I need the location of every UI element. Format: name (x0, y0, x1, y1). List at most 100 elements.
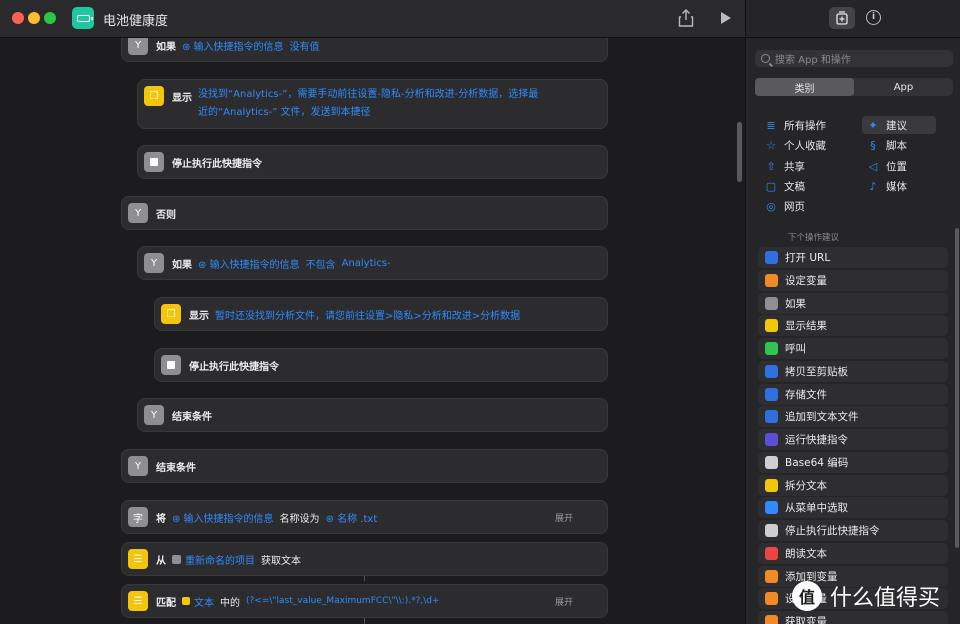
suggestion-item[interactable]: 运行快捷指令 (758, 429, 948, 450)
category-scripting[interactable]: § 脚本 (862, 136, 911, 154)
action-icon (765, 342, 778, 355)
regex-pattern[interactable]: (?<=\"last_value_MaximumFCC\"\\:).*?,\d+ (246, 596, 440, 606)
close-window-button[interactable] (12, 12, 24, 24)
action-keyword: 否则 (156, 209, 176, 221)
action-icon (765, 592, 778, 606)
message-text[interactable]: 近的“Analytics-” 文件，发送到本捷径 (198, 104, 538, 122)
action-icon (765, 410, 778, 424)
suggestion-item[interactable]: 设定变量 (758, 269, 948, 291)
document-icon: ▢ (765, 179, 777, 193)
play-icon[interactable] (719, 10, 733, 26)
minimize-window-button[interactable] (28, 12, 40, 24)
if-action[interactable]: Y 如果 ⊛ 输入快捷指令的信息 没有值 (121, 38, 608, 62)
suggestion-label: 从菜单中选取 (785, 502, 848, 515)
document-icon: ☰ (128, 591, 148, 611)
action-keyword: 显示 (189, 310, 209, 322)
search-input[interactable]: 搜索 App 和操作 (755, 50, 953, 67)
category-label: 个人收藏 (784, 139, 826, 152)
category-all-actions[interactable]: ≣ 所有操作 (760, 116, 830, 134)
suggestion-item[interactable]: 从菜单中选取 (758, 497, 948, 519)
message-text[interactable]: 暂时还没找到分析文件，请您前往设置>隐私>分析和改进>分析数据 (215, 307, 520, 322)
end-if-action[interactable]: Y 结束条件 (121, 449, 608, 483)
list-icon: ≣ (766, 118, 776, 132)
suggestion-label: 拷贝至剪贴板 (785, 365, 848, 378)
category-sharing[interactable]: ⇧ 共享 (760, 157, 809, 175)
suggestion-item[interactable]: 追加到文本文件 (758, 406, 948, 428)
message-icon: ❐ (161, 304, 181, 324)
match-text-action[interactable]: ☰ 匹配 文本 中的 (?<=\"last_value_MaximumFCC\"… (121, 584, 608, 618)
suggestion-item[interactable]: 朗读文本 (758, 542, 948, 564)
variable-token[interactable]: ⊛ 输入快捷指令的信息 (172, 510, 274, 525)
category-suggestions[interactable]: ✦ 建议 (862, 116, 936, 134)
suggestion-item[interactable]: 显示结果 (758, 315, 948, 337)
variable-token[interactable]: ⊛ 输入快捷指令的信息 (198, 256, 300, 271)
suggestion-label: 朗读文本 (785, 547, 827, 560)
action-icon (765, 251, 778, 264)
shortcuts-window: 电池健康度 Y 如果 ⊛ 输入快捷指令的信息 没有值 ❐ 显示 没找到“Anal… (0, 0, 960, 624)
category-location[interactable]: ◁ 位置 (862, 157, 911, 175)
watermark-badge: 值 (792, 581, 822, 611)
stop-icon (161, 355, 181, 375)
suggestion-item[interactable]: Base64 编码 (758, 451, 948, 473)
value-token[interactable]: Analytics- (342, 258, 391, 269)
category-media[interactable]: ♪ 媒体 (862, 177, 911, 195)
variable-token[interactable]: 重新命名的项目 (185, 552, 255, 567)
suggestion-label: 停止执行此快捷指令 (785, 525, 880, 537)
if-action[interactable]: Y 如果 ⊛ 输入快捷指令的信息 不包含 Analytics- (137, 246, 608, 280)
action-keyword: 结束条件 (156, 462, 196, 474)
zoom-window-button[interactable] (44, 12, 56, 24)
category-label: 所有操作 (784, 119, 826, 132)
suggestion-item[interactable]: 拆分文本 (758, 474, 948, 496)
tab-categories[interactable]: 类别 (755, 78, 854, 96)
message-text[interactable]: 没找到“Analytics-”，需要手动前往设置-隐私-分析和改进-分析数据，选… (198, 86, 538, 104)
search-placeholder: 搜索 App 和操作 (775, 55, 851, 66)
expand-button[interactable]: 展开 (555, 595, 573, 608)
suggestion-item[interactable]: 打开 URL (758, 247, 948, 268)
branch-icon: Y (144, 405, 164, 425)
window-title: 电池健康度 (103, 14, 169, 29)
category-web[interactable]: ◎ 网页 (760, 197, 809, 215)
tab-apps[interactable]: App (854, 78, 953, 96)
action-label: 名称设为 (279, 513, 320, 525)
otherwise-action[interactable]: Y 否则 (121, 196, 608, 230)
get-text-action[interactable]: ☰ 从 重新命名的项目 获取文本 (121, 542, 608, 576)
suggestion-label: 打开 URL (785, 252, 831, 264)
category-favorites[interactable]: ☆ 个人收藏 (760, 136, 830, 154)
suggestion-item[interactable]: 停止执行此快捷指令 (758, 520, 948, 541)
suggestion-item[interactable]: 如果 (758, 292, 948, 314)
action-keyword: 将 (156, 513, 166, 525)
branch-icon: Y (144, 253, 164, 273)
sidebar-scrollbar[interactable] (955, 228, 959, 548)
category-documents[interactable]: ▢ 文稿 (760, 177, 809, 195)
condition-token[interactable]: 不包含 (306, 256, 336, 271)
show-alert-action[interactable]: ❐ 显示 暂时还没找到分析文件，请您前往设置>隐私>分析和改进>分析数据 (154, 297, 608, 331)
action-keyword: 停止执行此快捷指令 (189, 361, 279, 373)
library-add-icon (836, 11, 848, 25)
expand-button[interactable]: 展开 (555, 511, 573, 524)
category-label: 脚本 (886, 139, 907, 152)
action-label: 获取文本 (261, 555, 301, 567)
action-icon (765, 501, 778, 515)
branch-icon: Y (128, 203, 148, 223)
action-library-button[interactable] (829, 7, 855, 29)
suggestion-item[interactable]: 存储文件 (758, 383, 948, 405)
name-token[interactable]: ⊛ 名称 .txt (326, 510, 378, 525)
share-icon[interactable] (678, 9, 694, 27)
variable-token[interactable]: 文本 (194, 594, 214, 609)
stop-shortcut-action[interactable]: 停止执行此快捷指令 (137, 145, 608, 179)
action-label: 中的 (220, 597, 240, 609)
end-if-action[interactable]: Y 结束条件 (137, 398, 608, 432)
category-label: 媒体 (886, 180, 907, 193)
editor-scrollbar[interactable] (737, 122, 742, 182)
suggestion-label: 追加到文本文件 (785, 411, 859, 424)
suggestion-item[interactable]: 拷贝至剪贴板 (758, 360, 948, 382)
condition-token[interactable]: 没有值 (290, 38, 320, 53)
stop-shortcut-action[interactable]: 停止执行此快捷指令 (154, 348, 608, 382)
suggestion-item[interactable]: 呼叫 (758, 338, 948, 359)
info-icon[interactable]: i (866, 10, 881, 25)
action-icon (765, 569, 778, 583)
rename-file-action[interactable]: 字 将 ⊛ 输入快捷指令的信息 名称设为 ⊛ 名称 .txt 展开 (121, 500, 608, 534)
show-alert-action[interactable]: ❐ 显示 没找到“Analytics-”，需要手动前往设置-隐私-分析和改进-分… (137, 79, 608, 129)
variable-token[interactable]: ⊛ 输入快捷指令的信息 (182, 38, 284, 53)
branch-icon: Y (128, 38, 148, 55)
